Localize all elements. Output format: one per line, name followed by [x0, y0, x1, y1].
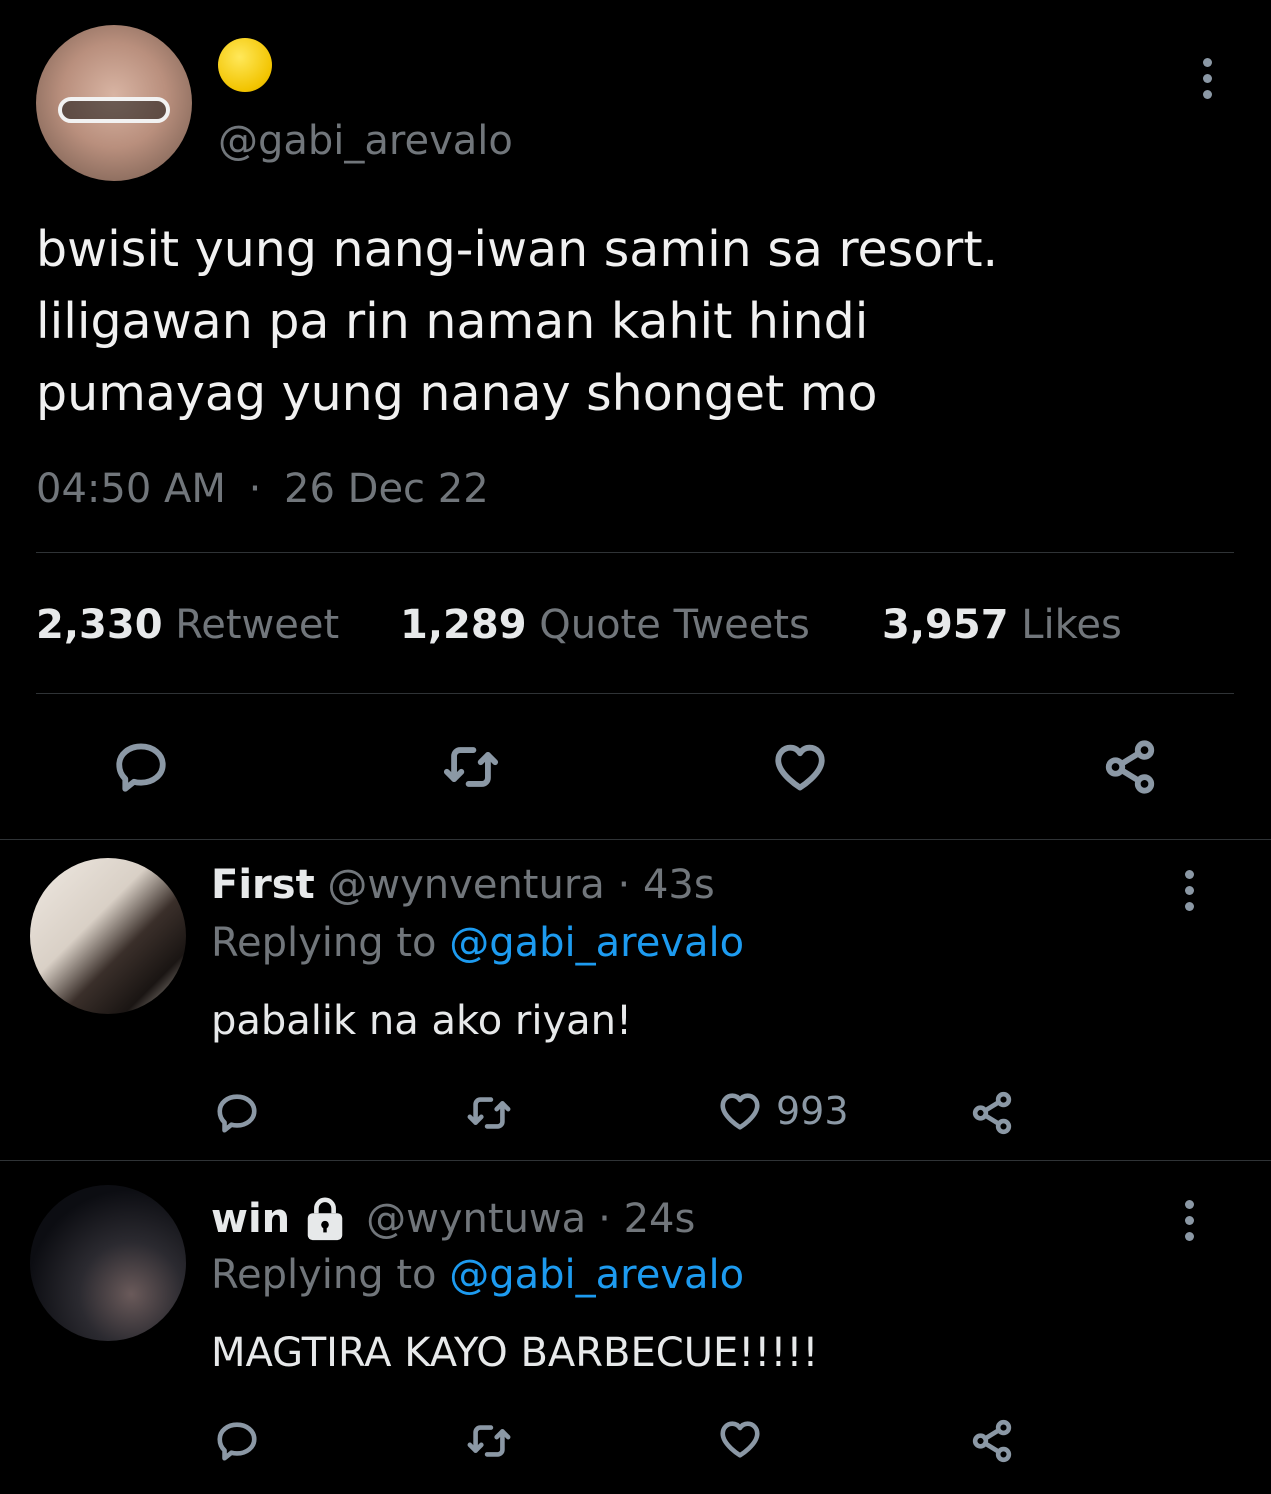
avatar[interactable]: [30, 1185, 186, 1341]
more-options-icon[interactable]: [1182, 870, 1196, 911]
retweet-count: 2,330: [36, 602, 163, 648]
retweet-button[interactable]: [464, 1090, 514, 1136]
heart-icon: [720, 1421, 760, 1458]
divider: [36, 552, 1234, 553]
likes-label: Likes: [1021, 602, 1122, 648]
reply-button[interactable]: [112, 738, 170, 796]
more-options-icon[interactable]: [1200, 58, 1214, 99]
tweet-text-line: bwisit yung nang-iwan samin sa resort.: [36, 221, 999, 278]
like-button[interactable]: [770, 738, 830, 796]
reply-icon: [116, 743, 166, 792]
display-name: [218, 38, 272, 92]
reply-header: First @wynventura · 43s: [211, 862, 715, 908]
tweet-time: 04:50 AM: [36, 466, 226, 512]
share-icon: [1105, 740, 1155, 794]
replying-to: Replying to @gabi_arevalo: [211, 1252, 744, 1298]
likes-stat[interactable]: 3,957 Likes: [882, 602, 1122, 648]
reply-author-name[interactable]: win: [211, 1196, 290, 1242]
retweet-icon: [467, 1425, 511, 1457]
reply-text: pabalik na ako riyan!: [211, 998, 633, 1044]
retweet-button[interactable]: [440, 738, 502, 796]
tweet-text-line: liligawan pa rin naman kahit hindi: [36, 293, 869, 350]
reply-text: MAGTIRA KAYO BARBECUE!!!!!: [211, 1330, 819, 1376]
reply-author-handle[interactable]: @wynventura: [327, 862, 604, 908]
replying-to: Replying to @gabi_arevalo: [211, 920, 744, 966]
retweet-label: Retweet: [175, 602, 340, 648]
divider: [0, 839, 1271, 840]
replying-prefix: Replying to: [211, 920, 437, 966]
reply-button[interactable]: [214, 1418, 260, 1464]
share-icon: [972, 1091, 1012, 1135]
reply-author-handle[interactable]: @wyntuwa: [366, 1196, 586, 1242]
like-button[interactable]: 993: [716, 1088, 849, 1134]
retweet-icon: [467, 1097, 511, 1129]
like-count: 993: [776, 1089, 849, 1133]
reply-time[interactable]: · 43s: [618, 862, 715, 908]
more-options-icon[interactable]: [1182, 1200, 1196, 1241]
retweet-icon: [443, 747, 499, 787]
avatar[interactable]: [36, 25, 192, 181]
share-button[interactable]: [968, 1090, 1016, 1136]
replying-to-link[interactable]: @gabi_arevalo: [449, 920, 744, 966]
sunglasses: [58, 97, 170, 123]
heart-icon: [775, 744, 825, 791]
divider: [0, 1160, 1271, 1161]
like-button[interactable]: [716, 1416, 776, 1462]
lock-icon: [307, 1197, 343, 1241]
heart-icon: [720, 1093, 760, 1130]
quote-label: Quote Tweets: [539, 602, 810, 648]
handle[interactable]: @gabi_arevalo: [218, 118, 513, 164]
retweet-button[interactable]: [464, 1418, 514, 1464]
reply-time[interactable]: · 24s: [598, 1196, 695, 1242]
retweet-stat[interactable]: 2,330 Retweet: [36, 602, 339, 648]
separator: ·: [248, 466, 262, 512]
reply-icon: [217, 1094, 257, 1133]
share-button[interactable]: [1100, 738, 1160, 796]
likes-count: 3,957: [882, 602, 1009, 648]
quote-tweets-stat[interactable]: 1,289 Quote Tweets: [400, 602, 810, 648]
tweet-text-line: pumayag yung nanay shonget mo: [36, 365, 878, 422]
replying-to-link[interactable]: @gabi_arevalo: [449, 1252, 744, 1298]
tweet-date: 26 Dec 22: [284, 466, 489, 512]
reply-icon: [217, 1422, 257, 1461]
tweet-timestamp[interactable]: 04:50 AM · 26 Dec 22: [36, 466, 489, 512]
share-button[interactable]: [968, 1418, 1016, 1464]
reply-button[interactable]: [214, 1090, 260, 1136]
reply-author-name[interactable]: First: [211, 862, 315, 908]
quote-count: 1,289: [400, 602, 527, 648]
avatar[interactable]: [30, 858, 186, 1014]
reply-header: win @wyntuwa · 24s: [211, 1196, 695, 1242]
divider: [36, 693, 1234, 694]
tweet-text: bwisit yung nang-iwan samin sa resort. l…: [36, 214, 998, 430]
share-icon: [972, 1419, 1012, 1463]
replying-prefix: Replying to: [211, 1252, 437, 1298]
